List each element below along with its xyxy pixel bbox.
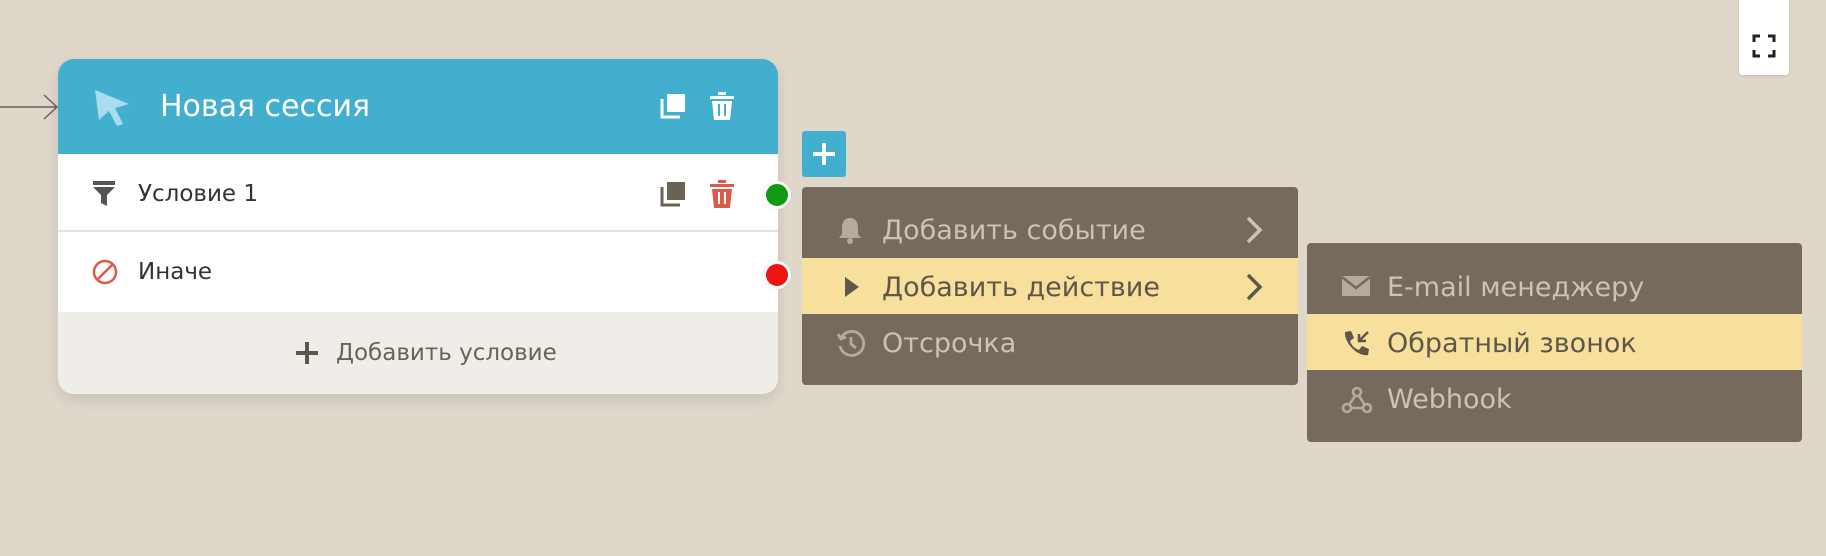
add-condition-button[interactable]: Добавить условие bbox=[58, 312, 778, 394]
play-icon bbox=[836, 273, 864, 301]
else-row[interactable]: Иначе bbox=[58, 232, 778, 312]
submenu-item-label: Обратный звонок bbox=[1387, 328, 1637, 359]
envelope-icon bbox=[1341, 273, 1371, 299]
submenu-item-label: Webhook bbox=[1387, 384, 1512, 415]
submenu-item-callback[interactable]: Обратный звонок bbox=[1307, 314, 1802, 370]
chevron-right-icon bbox=[1244, 272, 1264, 302]
incoming-connector-arrow bbox=[0, 92, 60, 122]
plus-icon bbox=[813, 143, 835, 165]
menu-item-delay[interactable]: Отсрочка bbox=[802, 314, 1298, 370]
node-header[interactable]: Новая сессия bbox=[58, 59, 778, 154]
webhook-icon bbox=[1341, 385, 1373, 415]
condition-output-port[interactable] bbox=[763, 181, 791, 209]
else-output-port[interactable] bbox=[763, 261, 791, 289]
menu-item-add-event[interactable]: Добавить событие bbox=[802, 201, 1298, 257]
history-icon bbox=[836, 329, 866, 359]
menu-item-label: Отсрочка bbox=[882, 328, 1017, 359]
copy-icon[interactable] bbox=[659, 180, 687, 208]
add-step-button[interactable] bbox=[802, 131, 846, 177]
copy-icon[interactable] bbox=[659, 92, 687, 120]
submenu-item-label: E-mail менеджеру bbox=[1387, 272, 1645, 303]
else-label: Иначе bbox=[138, 259, 213, 285]
node-title[interactable]: Новая сессия bbox=[160, 89, 370, 125]
submenu-item-webhook[interactable]: Webhook bbox=[1307, 370, 1802, 426]
session-node-card[interactable]: Новая сессия Условие 1 Иначе Добавить ус… bbox=[58, 59, 778, 394]
trash-icon[interactable] bbox=[709, 180, 735, 208]
chevron-right-icon bbox=[1244, 215, 1264, 245]
forbidden-icon bbox=[92, 259, 118, 285]
fullscreen-icon bbox=[1752, 34, 1776, 58]
cursor-icon bbox=[93, 88, 131, 128]
condition-row[interactable]: Условие 1 bbox=[58, 154, 778, 232]
trash-icon[interactable] bbox=[709, 92, 735, 120]
fullscreen-button[interactable] bbox=[1739, 0, 1789, 75]
condition-label: Условие 1 bbox=[138, 181, 259, 207]
bell-icon bbox=[836, 216, 864, 244]
filter-icon bbox=[92, 181, 116, 207]
submenu-item-email-manager[interactable]: E-mail менеджеру bbox=[1307, 258, 1802, 314]
action-submenu: E-mail менеджеру Обратный звонок Webhook bbox=[1307, 243, 1802, 442]
menu-item-label: Добавить действие bbox=[882, 272, 1160, 303]
add-menu: Добавить событие Добавить действие Отсро… bbox=[802, 187, 1298, 385]
menu-item-add-action[interactable]: Добавить действие bbox=[802, 258, 1298, 314]
add-condition-label: Добавить условие bbox=[336, 340, 557, 366]
plus-icon bbox=[296, 342, 318, 364]
menu-item-label: Добавить событие bbox=[882, 215, 1146, 246]
phone-callback-icon bbox=[1341, 329, 1371, 359]
